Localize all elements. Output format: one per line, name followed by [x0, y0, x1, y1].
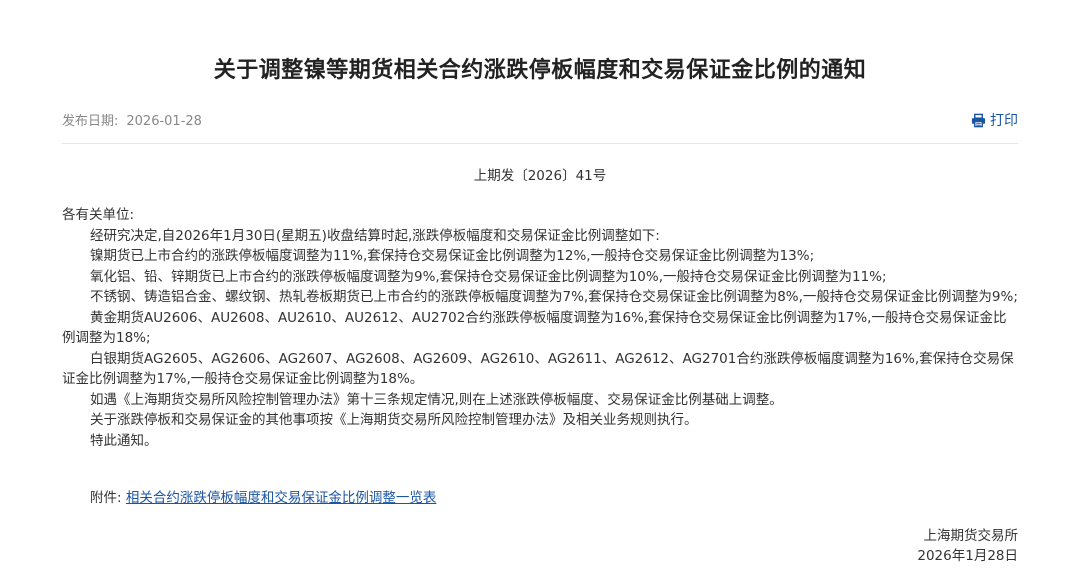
signature-date: 2026年1月28日 [917, 548, 1018, 564]
body-paragraph: 经研究决定,自2026年1月30日(星期五)收盘结算时起,涨跌停板幅度和交易保证… [90, 227, 660, 244]
publish-date: 2026-01-28 [126, 114, 202, 129]
attachment-label: 附件: [90, 490, 122, 506]
printer-icon [971, 113, 986, 128]
body-paragraph: 不锈钢、铸造铝合金、螺纹钢、热轧卷板期货已上市合约的涨跌停板幅度调整为7%,套保… [90, 289, 1018, 305]
body-paragraph: 特此通知。 [90, 432, 158, 449]
document-number: 上期发〔2026〕41号 [473, 168, 607, 184]
body-paragraph: 氧化铝、铅、锌期货已上市合约的涨跌停板幅度调整为9%,套保持仓交易保证金比例调整… [90, 268, 887, 285]
divider [62, 143, 1018, 144]
signature-org: 上海期货交易所 [923, 528, 1019, 544]
notice-body: 各有关单位: 经研究决定,自2026年1月30日(星期五)收盘结算时起,涨跌停板… [62, 205, 1018, 451]
body-paragraph: 黄金期货AU2606、AU2608、AU2610、AU2612、AU2702合约… [62, 309, 1007, 347]
publish-info: 发布日期: 2026-01-28 [62, 110, 202, 129]
body-paragraph: 白银期货AG2605、AG2606、AG2607、AG2608、AG2609、A… [62, 350, 1014, 388]
attachment-row: 附件: 相关合约涨跌停板幅度和交易保证金比例调整一览表 [90, 486, 436, 506]
attachment-link[interactable]: 相关合约涨跌停板幅度和交易保证金比例调整一览表 [126, 490, 437, 506]
print-button[interactable]: 打印 [971, 110, 1018, 130]
meta-row: 发布日期: 2026-01-28 打印 [62, 110, 1018, 130]
publish-label: 发布日期: [62, 114, 119, 129]
salutation: 各有关单位: [62, 207, 135, 223]
notice-page: 关于调整镍等期货相关合约涨跌停板幅度和交易保证金比例的通知 发布日期: 2026-… [62, 0, 1018, 576]
page-title: 关于调整镍等期货相关合约涨跌停板幅度和交易保证金比例的通知 [213, 58, 867, 83]
signature-block: 上海期货交易所 2026年1月28日 [917, 526, 1018, 566]
body-paragraph: 镍期货已上市合约的涨跌停板幅度调整为11%,套保持仓交易保证金比例调整为12%,… [90, 248, 815, 264]
body-paragraph: 关于涨跌停板和交易保证金的其他事项按《上海期货交易所风险控制管理办法》及相关业务… [90, 412, 698, 428]
print-label: 打印 [990, 113, 1018, 129]
body-paragraph: 如遇《上海期货交易所风险控制管理办法》第十三条规定情况,则在上述涨跌停板幅度、交… [90, 391, 783, 408]
